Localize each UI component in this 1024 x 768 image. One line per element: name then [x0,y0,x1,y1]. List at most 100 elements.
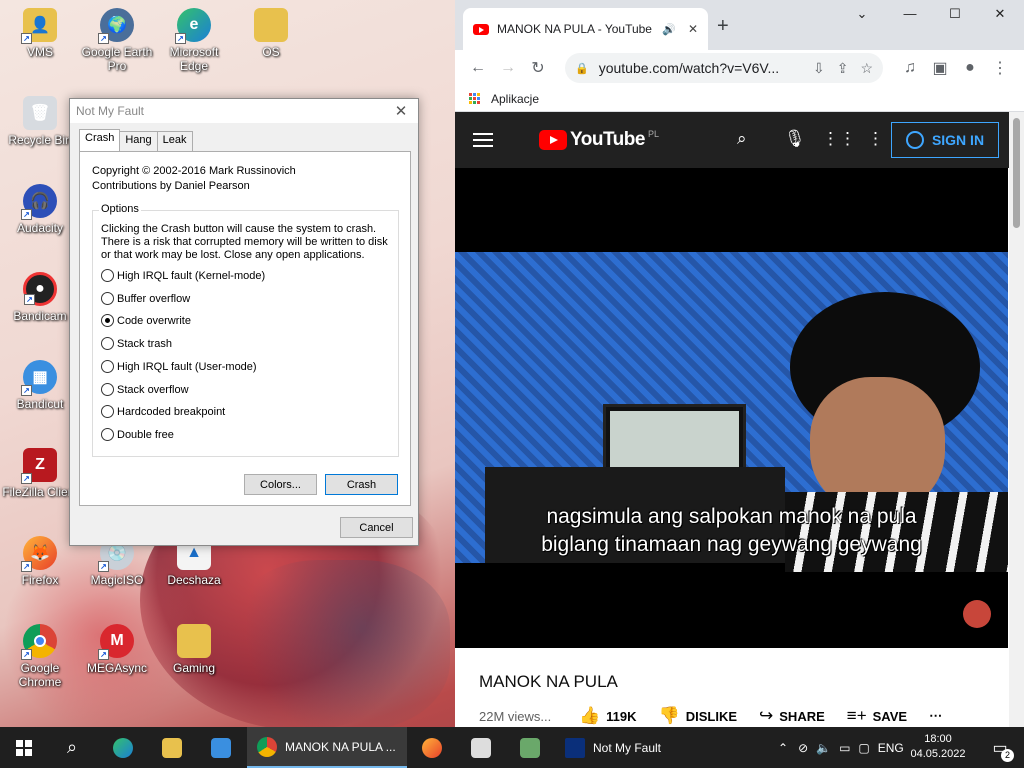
close-tab-icon[interactable]: ✕ [688,22,698,36]
taskbar-video-editor-icon[interactable] [197,727,245,768]
close-window-icon[interactable]: ✕ [985,6,1015,22]
desktop-icon-firefox[interactable]: 🦊 ↗ Firefox [1,536,79,587]
taskbar-explorer-icon[interactable] [148,727,196,768]
colors-button[interactable]: Colors... [244,474,317,495]
desktop-icon-chrome[interactable]: ↗ Google Chrome [1,624,79,689]
taskbar-not-my-fault-task[interactable]: Not My Fault [555,727,715,768]
share-button[interactable]: ↪ SHARE [759,706,825,726]
clock[interactable]: 18:00 04.05.2022 [905,732,971,762]
taskbar-vms-icon[interactable] [506,727,554,768]
minimize-icon[interactable]: — [895,6,925,21]
radio-buffer-overflow[interactable]: Buffer overflow [101,292,190,305]
like-button[interactable]: 👍 119K [579,706,637,726]
browser-tab-title: MANOK NA PULA - YouTube [497,22,652,36]
system-tray: ⌃ ⊘ 🔈 ▭ ▢ ENG [778,727,904,768]
apps-grid-icon[interactable] [469,92,481,105]
dialog-titlebar[interactable]: Not My Fault ✕ [70,99,418,123]
media-control-icon[interactable]: ♫ [895,59,925,77]
taskbar-chrome-task[interactable]: MANOK NA PULA ... [247,727,407,768]
radio-button[interactable] [101,360,114,373]
save-button[interactable]: ≡+ SAVE [847,706,907,726]
power-icon[interactable]: ▭ [839,741,850,755]
video-player[interactable]: nagsimula ang salpokan manok na pula big… [455,168,1008,648]
desktop-icon-bandicut[interactable]: ▦ ↗ Bandicut [1,360,79,411]
view-count[interactable]: 22M views... [479,709,579,724]
install-icon[interactable]: ⇩ [813,60,825,77]
radio-button[interactable] [101,337,114,350]
back-icon[interactable]: ← [463,59,493,77]
menu-icon[interactable]: ⋮ [985,58,1015,78]
desktop-icon-filezilla[interactable]: Z ↗ FileZilla Client [1,448,79,499]
radio-button[interactable] [101,405,114,418]
tab-search-icon[interactable]: ⌄ [847,6,877,22]
radio-stack-trash[interactable]: Stack trash [101,337,172,350]
channel-watermark-icon[interactable] [963,600,991,628]
desktop-icon-os[interactable]: OS [232,8,310,59]
desktop-icon-megasync[interactable]: M ↗ MEGAsync [78,624,156,675]
tab-leak[interactable]: Leak [156,131,193,151]
show-hidden-icons-icon[interactable]: ⌃ [778,741,788,755]
dislike-button[interactable]: 👎 DISLIKE [659,706,737,726]
taskbar-edge-icon[interactable] [99,727,147,768]
scrollbar-thumb[interactable] [1013,118,1020,228]
bookmark-apps[interactable]: Aplikacje [491,92,539,106]
forward-icon[interactable]: → [493,59,523,77]
volume-icon[interactable]: 🔈 [816,741,831,755]
more-actions-icon[interactable]: ⋯ [929,708,942,724]
desktop-icon-gaming[interactable]: Gaming [155,624,233,675]
radio-button[interactable] [101,292,114,305]
radio-button[interactable] [101,269,114,282]
crash-button[interactable]: Crash [325,474,398,495]
browser-tab[interactable]: MANOK NA PULA - YouTube 🔊 ✕ [463,8,708,50]
profile-icon[interactable]: ● [955,59,985,77]
desktop-icon-bandicam[interactable]: ● ↗ Bandicam [1,272,79,323]
tab-hang[interactable]: Hang [119,131,158,151]
notifications-button[interactable]: ▭ 2 [980,727,1020,768]
search-taskbar-icon[interactable]: ⌕ [48,727,96,768]
maximize-icon[interactable]: ☐ [940,6,970,22]
desktop-icon-vms[interactable]: 👤 ↗ VMS [1,8,79,59]
address-bar[interactable]: 🔒 youtube.com/watch?v=V6V... ⇩ ⇪ ☆ [565,53,883,83]
account-icon [905,131,924,149]
new-tab-icon[interactable]: + [717,15,729,38]
radio-code-overwrite[interactable]: Code overwrite [101,314,191,327]
cancel-button[interactable]: Cancel [340,517,413,538]
radio-button-selected[interactable] [101,314,114,327]
display-icon[interactable]: ▢ [858,741,869,755]
network-off-icon[interactable]: ⊘ [798,741,808,755]
radio-stack-overflow[interactable]: Stack overflow [101,383,189,396]
tab-crash[interactable]: Crash [79,129,121,151]
audio-playing-icon[interactable]: 🔊 [662,23,676,36]
desktop-icon-edge[interactable]: e ↗ Microsoft Edge [155,8,233,73]
close-icon[interactable]: ✕ [390,102,412,120]
video-actions: 22M views... 👍 119K 👎 DISLIKE ↪ SHARE ≡+ SAV… [479,706,1009,726]
lock-icon[interactable]: 🔒 [575,62,589,75]
radio-button[interactable] [101,428,114,441]
more-options-icon[interactable]: ⋮ [867,129,884,149]
desktop-icon-audacity[interactable]: 🎧 ↗ Audacity [1,184,79,235]
radio-hardcoded-breakpoint[interactable]: Hardcoded breakpoint [101,405,225,418]
radio-high-irql-kernel[interactable]: High IRQL fault (Kernel-mode) [101,269,265,282]
microphone-icon[interactable]: 🎙 [784,129,806,149]
side-panel-icon[interactable]: ▣ [925,58,955,78]
bookmark-star-icon[interactable]: ☆ [860,60,873,77]
share-icon[interactable]: ⇪ [837,60,849,77]
page-scrollbar[interactable] [1009,112,1024,727]
url-text[interactable]: youtube.com/watch?v=V6V... [599,60,801,76]
sign-in-button[interactable]: SIGN IN [891,122,999,158]
desktop-icon-google-earth[interactable]: 🌍 ↗ Google Earth Pro [78,8,156,73]
radio-double-free[interactable]: Double free [101,428,174,441]
radio-high-irql-user[interactable]: High IRQL fault (User-mode) [101,360,257,373]
radio-button[interactable] [101,383,114,396]
language-indicator[interactable]: ENG [878,741,904,755]
taskbar-firefox-icon[interactable] [408,727,456,768]
youtube-logo[interactable]: YouTube PL [539,129,659,151]
hamburger-menu-icon[interactable] [473,129,493,151]
reload-icon[interactable]: ↻ [523,58,553,78]
desktop-icon-recycle-bin[interactable]: 🗑 Recycle Bin [1,96,79,147]
start-button[interactable] [0,727,48,768]
search-icon[interactable]: ⌕ [737,129,747,149]
bookmarks-bar: Aplikacje [455,86,1024,112]
apps-icon[interactable]: ⋮⋮ [822,129,856,149]
taskbar-photos-icon[interactable] [457,727,505,768]
